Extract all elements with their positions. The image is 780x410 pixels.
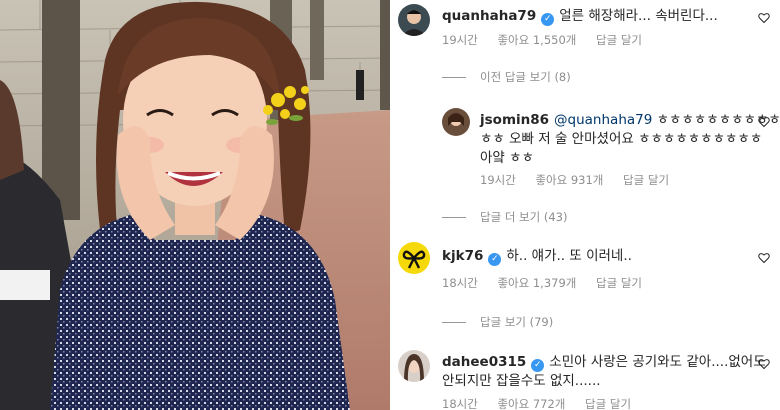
- post-photo: [0, 0, 390, 410]
- comment-3-text-line-1: dahee0315 ✓ 소민아 사랑은 공기와도 같아....없어도: [442, 352, 766, 372]
- comment-text: 얼른 해장해라... 속버린다...: [559, 8, 718, 24]
- verified-badge-icon: ✓: [488, 253, 502, 266]
- comment-2-meta: 18시간 좋아요 1,379개 답글 달기: [442, 275, 658, 291]
- reply-text-line-2: ㅎㅎ 오빠 저 술 안마셨어요 ㅎㅎㅎㅎㅎㅎㅎㅎㅎㅎ: [480, 131, 763, 147]
- heart-icon[interactable]: [758, 12, 770, 24]
- comment-1-text: quanhaha79 ✓ 얼른 해장해라... 속버린다...: [442, 6, 718, 26]
- divider: [442, 321, 466, 323]
- comment-2-text: kjk76 ✓ 하.. 얘가.. 또 이러네..: [442, 246, 632, 266]
- timestamp: 18시간: [442, 397, 478, 410]
- avatar[interactable]: [442, 108, 470, 136]
- reply-button[interactable]: 답글 달기: [596, 276, 642, 290]
- view-replies[interactable]: 답글 보기 (79): [442, 314, 553, 330]
- timestamp: 19시간: [442, 33, 478, 47]
- comments-panel: quanhaha79 ✓ 얼른 해장해라... 속버린다... 19시간 좋아요 1…: [390, 0, 780, 410]
- username[interactable]: jsomin86: [480, 112, 549, 128]
- timestamp: 18시간: [442, 276, 478, 290]
- view-more-replies-label: 답글 더 보기 (43): [480, 210, 568, 224]
- heart-icon[interactable]: [758, 116, 770, 128]
- mention-link[interactable]: @quanhaha79: [554, 112, 652, 128]
- likes-count[interactable]: 좋아요 772개: [497, 397, 565, 410]
- verified-badge-icon: ✓: [541, 13, 555, 26]
- reply-button[interactable]: 답글 달기: [623, 173, 669, 187]
- comment-text: 소민아 사랑은 공기와도 같아....없어도: [549, 354, 766, 370]
- avatar[interactable]: [398, 242, 430, 274]
- comment-text: 하.. 얘가.. 또 이러네..: [506, 248, 632, 264]
- comment-3-meta: 18시간 좋아요 772개 답글 달기: [442, 396, 647, 410]
- heart-icon[interactable]: [758, 252, 770, 264]
- reply-button[interactable]: 답글 달기: [585, 397, 631, 410]
- avatar[interactable]: [398, 4, 430, 36]
- username[interactable]: kjk76: [442, 248, 483, 264]
- username[interactable]: dahee0315: [442, 354, 526, 370]
- view-previous-replies[interactable]: 이전 답글 보기 (8): [442, 69, 571, 85]
- view-more-replies[interactable]: 답글 더 보기 (43): [442, 209, 567, 225]
- likes-count[interactable]: 좋아요 931개: [535, 173, 603, 187]
- comment-1-meta: 19시간 좋아요 1,550개 답글 달기: [442, 32, 658, 48]
- reply-text-line-3: 아얔 ㅎㅎ: [480, 150, 534, 166]
- view-replies-label: 답글 보기 (79): [480, 315, 554, 329]
- divider: [442, 76, 466, 78]
- view-previous-replies-label: 이전 답글 보기 (8): [480, 70, 571, 84]
- reply-text-line-1: jsomin86 @quanhaha79 ㅎㅎㅎㅎㅎㅎㅎㅎㅎㅎ: [480, 110, 780, 130]
- avatar[interactable]: [398, 350, 430, 382]
- heart-icon[interactable]: [758, 358, 770, 370]
- likes-count[interactable]: 좋아요 1,550개: [497, 33, 576, 47]
- timestamp: 19시간: [480, 173, 516, 187]
- reply-button[interactable]: 답글 달기: [596, 33, 642, 47]
- likes-count[interactable]: 좋아요 1,379개: [497, 276, 576, 290]
- divider: [442, 216, 466, 218]
- reply-meta: 19시간 좋아요 931개 답글 달기: [480, 172, 685, 188]
- comment-3-text-line-2: 안되지만 잡을수도 없지......: [442, 373, 601, 389]
- username[interactable]: quanhaha79: [442, 8, 536, 24]
